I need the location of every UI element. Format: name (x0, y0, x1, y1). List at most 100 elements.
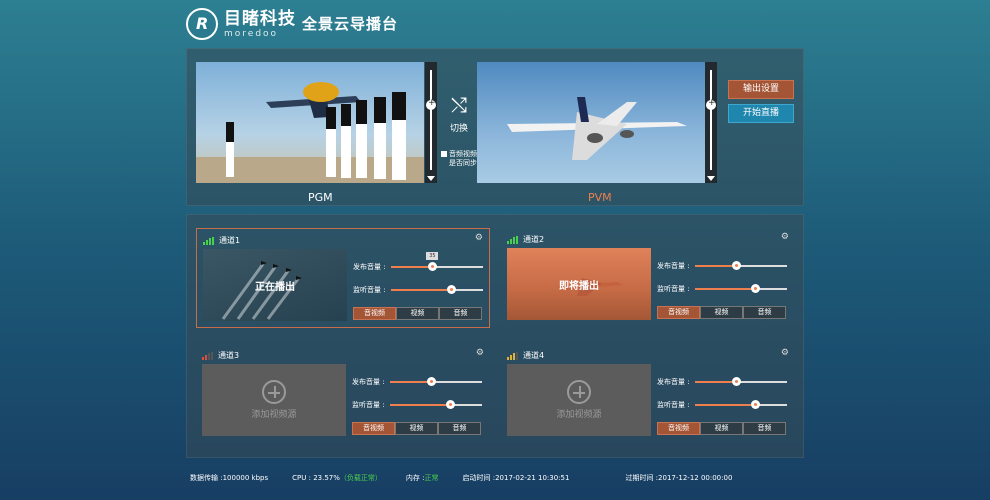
tab-audio[interactable]: 音频 (743, 306, 786, 319)
tab-audio-video[interactable]: 音视频 (657, 306, 700, 319)
logo-icon (186, 8, 218, 40)
publish-volume-label: 发布音量 : (352, 378, 385, 386)
publish-volume-row: 发布音量 : (657, 377, 787, 387)
start-time-status: 启动时间 :2017-02-21 10:30:51 (463, 473, 570, 483)
cpu-value: 23.57% (313, 474, 340, 482)
publish-volume-row: 发布音量 : (657, 261, 787, 271)
pgm-volume-slider[interactable] (425, 62, 437, 183)
expire-time-status: 过期时间 :2017-12-12 00:00:00 (625, 473, 732, 483)
publish-volume-row: 发布音量 : 35 (353, 252, 483, 272)
sync-label-line1: 音频视频 (449, 150, 477, 158)
tab-audio[interactable]: 音频 (743, 422, 786, 435)
monitor-volume-row: 监听音量 : (353, 285, 483, 295)
pvm-label: PVM (588, 191, 612, 204)
monitor-volume-slider[interactable] (695, 400, 787, 409)
add-source-button[interactable]: 添加视频源 (202, 364, 346, 436)
signal-icon (507, 351, 519, 360)
signal-icon (507, 235, 519, 244)
channel-1[interactable]: 通道1 ⚙ 正在播出 发布音量 : 35 监听音量 : 音视频 视频 音频 (196, 228, 490, 328)
channel-1-header: 通道1 (203, 235, 240, 246)
output-settings-button[interactable]: 输出设置 (728, 80, 794, 99)
publish-volume-label: 发布音量 : (657, 262, 690, 270)
monitor-volume-row: 监听音量 : (657, 284, 787, 294)
start-time-label: 启动时间 : (462, 474, 496, 482)
pvm-volume-slider[interactable] (705, 62, 717, 183)
publish-volume-slider[interactable] (390, 377, 482, 386)
tab-video[interactable]: 视频 (700, 422, 743, 435)
monitor-volume-slider[interactable] (391, 285, 483, 294)
gear-icon[interactable]: ⚙ (476, 348, 484, 358)
pvm-volume-knob[interactable] (706, 98, 716, 110)
plus-circle-icon[interactable] (262, 380, 286, 404)
tab-video[interactable]: 视频 (700, 306, 743, 319)
switch-button[interactable]: ⤭ 切换 (439, 93, 479, 134)
tab-audio-video[interactable]: 音视频 (353, 307, 396, 320)
on-air-label: 正在播出 (255, 281, 295, 293)
logo-name-cn: 目睹科技 (224, 9, 296, 29)
expire-time-label: 过期时间 : (625, 474, 659, 482)
plus-circle-icon[interactable] (567, 380, 591, 404)
channel-3-header: 通道3 (202, 350, 239, 361)
channel-2-header: 通道2 (507, 234, 544, 245)
switch-label: 切换 (449, 124, 468, 134)
av-sync-checkbox[interactable]: 音频视频 是否同步 (441, 150, 477, 168)
transfer-value: 100000 kbps (222, 474, 269, 482)
cpu-note: （负载正常） (339, 474, 382, 482)
tab-video[interactable]: 视频 (395, 422, 438, 435)
pgm-screen (196, 62, 424, 183)
checkbox-icon[interactable] (441, 151, 447, 157)
tab-audio-video[interactable]: 音视频 (657, 422, 700, 435)
channel-2[interactable]: 通道2 ⚙ 即将播出 发布音量 : 监听音量 : 音视频 视频 音频 (501, 228, 795, 328)
publish-volume-label: 发布音量 : (353, 263, 386, 271)
monitor-volume-label: 监听音量 : (657, 285, 690, 293)
tab-audio-video[interactable]: 音视频 (352, 422, 395, 435)
channel-4[interactable]: 通道4 ⚙ 添加视频源 发布音量 : 监听音量 : 音视频 视频 音频 (501, 344, 795, 444)
chevron-down-icon[interactable] (707, 176, 715, 181)
coming-up-label: 即将播出 (559, 280, 599, 292)
monitor-volume-label: 监听音量 : (352, 401, 385, 409)
source-tabs: 音视频 视频 音频 (657, 306, 786, 319)
sync-label-line2: 是否同步 (449, 159, 477, 167)
memory-status: 内存 :正常 (406, 473, 439, 483)
cpu-label: CPU : (292, 474, 311, 482)
channel-2-name: 通道2 (523, 235, 545, 244)
gear-icon[interactable]: ⚙ (781, 232, 789, 242)
logo-name-en: moredoo (224, 29, 279, 39)
publish-volume-slider[interactable] (695, 261, 787, 270)
brand-logo: 目睹科技 moredoo (186, 8, 296, 40)
monitor-volume-row: 监听音量 : (657, 400, 787, 410)
transfer-status: 数据传输 :100000 kbps (190, 473, 268, 483)
gear-icon[interactable]: ⚙ (475, 233, 483, 243)
publish-volume-slider[interactable] (695, 377, 787, 386)
start-live-button[interactable]: 开始直播 (728, 104, 794, 123)
expire-time-value: 2017-12-12 00:00:00 (658, 474, 733, 482)
publish-volume-slider[interactable]: 35 (391, 252, 483, 271)
page-title: 全景云导播台 (302, 15, 399, 33)
channel-1-preview[interactable]: 正在播出 (203, 249, 347, 321)
tab-video[interactable]: 视频 (396, 307, 439, 320)
channel-3[interactable]: 通道3 ⚙ 添加视频源 发布音量 : 监听音量 : 音视频 视频 音频 (196, 344, 490, 444)
source-tabs: 音视频 视频 音频 (353, 307, 482, 320)
cpu-status: CPU : 23.57%（负载正常） (292, 473, 382, 483)
gear-icon[interactable]: ⚙ (781, 348, 789, 358)
channel-2-preview[interactable]: 即将播出 (507, 248, 651, 320)
shuffle-icon[interactable]: ⤭ (439, 93, 479, 117)
pgm-volume-knob[interactable] (426, 98, 436, 110)
publish-volume-row: 发布音量 : (352, 377, 482, 387)
monitor-panel: ⤭ 切换 音频视频 是否同步 PGM PVM 输出设置 开始直播 (186, 48, 804, 206)
transfer-label: 数据传输 : (190, 474, 223, 482)
monitor-volume-slider[interactable] (695, 284, 787, 293)
monitor-volume-row: 监听音量 : (352, 400, 482, 410)
memory-label: 内存 : (405, 474, 425, 482)
tab-audio[interactable]: 音频 (438, 422, 481, 435)
channel-panel: 通道1 ⚙ 正在播出 发布音量 : 35 监听音量 : 音视频 视频 音频 通道… (186, 214, 804, 458)
add-source-button[interactable]: 添加视频源 (507, 364, 651, 436)
chevron-down-icon[interactable] (427, 176, 435, 181)
start-time-value: 2017-02-21 10:30:51 (495, 474, 570, 482)
pvm-screen (477, 62, 705, 183)
add-source-label: 添加视频源 (556, 410, 602, 420)
volume-tooltip: 35 (426, 252, 439, 260)
monitor-volume-slider[interactable] (390, 400, 482, 409)
signal-icon (202, 351, 214, 360)
tab-audio[interactable]: 音频 (439, 307, 482, 320)
